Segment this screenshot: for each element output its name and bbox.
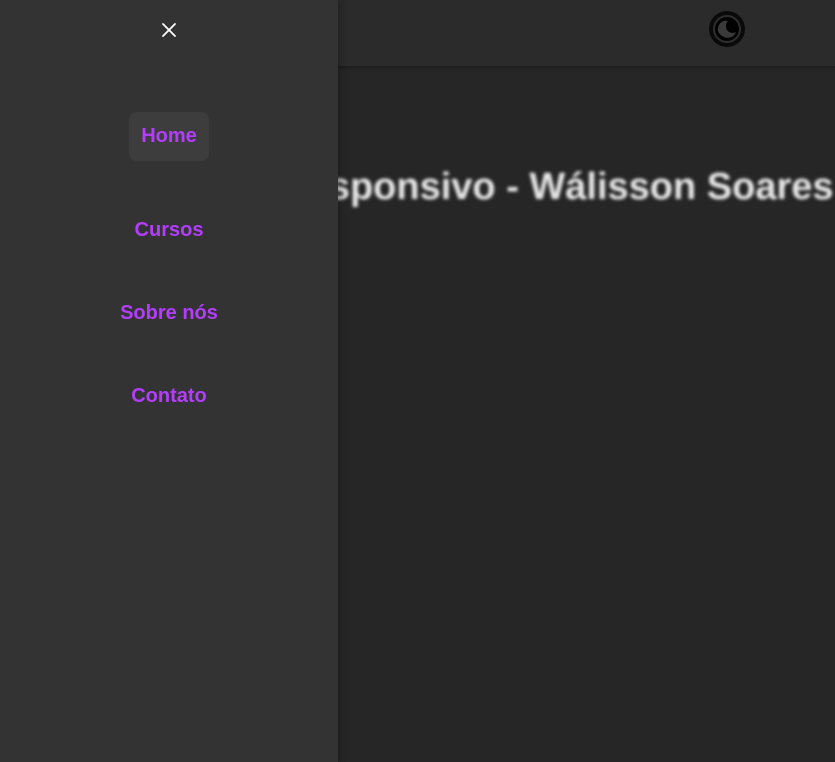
close-icon [161, 22, 177, 43]
nav-item-label: Sobre nós [120, 302, 218, 324]
close-button[interactable] [156, 19, 182, 45]
nav-item-home[interactable]: Home [0, 112, 338, 161]
nav-item-label: Home [129, 112, 209, 161]
theme-toggle-icon [712, 14, 742, 44]
page: Site Responsivo - Wálisson Soares Home C… [0, 0, 835, 762]
nav-item-label: Cursos [134, 219, 204, 241]
nav-item-contato[interactable]: Contato [0, 385, 338, 408]
nav-item-cursos[interactable]: Cursos [0, 219, 338, 242]
nav-item-label: Contato [131, 385, 207, 407]
navigation-drawer: Home Cursos Sobre nós Contato [0, 0, 338, 762]
nav-item-sobre-nos[interactable]: Sobre nós [0, 302, 338, 325]
theme-toggle-button[interactable] [709, 11, 745, 47]
